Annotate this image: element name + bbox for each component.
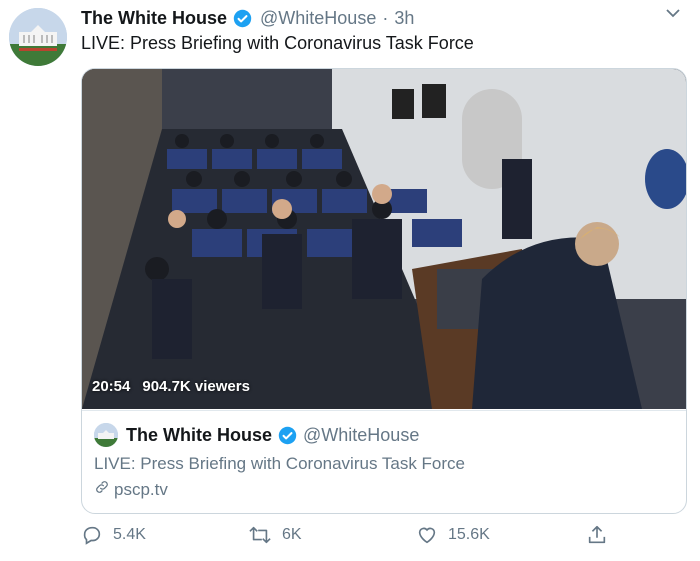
white-house-avatar-image: [9, 8, 67, 66]
like-button[interactable]: 15.6K: [416, 524, 490, 546]
author-name[interactable]: The White House: [81, 8, 227, 29]
tweet-timestamp[interactable]: 3h: [394, 8, 414, 29]
video-overlay: 20:54 904.7K viewers: [92, 378, 250, 395]
card-author: The White House @WhiteHouse: [94, 423, 419, 447]
card-author-avatar: [94, 423, 118, 447]
verified-badge-icon: [278, 426, 297, 445]
retweet-count: 6K: [282, 526, 302, 543]
like-icon: [416, 524, 438, 546]
tweet-text: LIVE: Press Briefing with Coronavirus Ta…: [81, 33, 474, 53]
reply-icon: [81, 524, 103, 546]
video-duration: 20:54: [92, 378, 131, 395]
press-briefing-scene: [82, 69, 686, 409]
viewer-count: 904.7K viewers: [142, 378, 250, 395]
tweet-header: The White House @WhiteHouse · 3h: [81, 6, 680, 30]
author-handle[interactable]: @WhiteHouse: [260, 8, 376, 29]
card-author-handle: @WhiteHouse: [303, 424, 420, 445]
share-button[interactable]: [586, 524, 608, 546]
card-author-name: The White House: [126, 424, 273, 445]
card-link-text: pscp.tv: [114, 479, 168, 499]
separator-dot: ·: [382, 7, 389, 28]
share-icon: [586, 524, 608, 546]
live-video-thumbnail[interactable]: 20:54 904.7K viewers: [82, 69, 686, 409]
card-details[interactable]: The White House @WhiteHouse LIVE: Press …: [82, 410, 686, 513]
verified-badge-icon: [233, 9, 252, 28]
chevron-down-icon[interactable]: [664, 4, 682, 22]
white-house-avatar-image: [94, 423, 118, 447]
card-title: LIVE: Press Briefing with Coronavirus Ta…: [94, 454, 465, 473]
tweet-actions: 5.4K 6K 15.6K: [81, 524, 681, 552]
author-avatar[interactable]: [9, 8, 67, 66]
link-icon: [94, 479, 110, 500]
like-count: 15.6K: [448, 526, 490, 543]
reply-button[interactable]: 5.4K: [81, 524, 146, 546]
retweet-icon: [248, 524, 272, 546]
card-link[interactable]: pscp.tv: [94, 479, 168, 500]
media-card[interactable]: 20:54 904.7K viewers The White House @Wh…: [81, 68, 687, 514]
reply-count: 5.4K: [113, 526, 146, 543]
retweet-button[interactable]: 6K: [248, 524, 302, 546]
